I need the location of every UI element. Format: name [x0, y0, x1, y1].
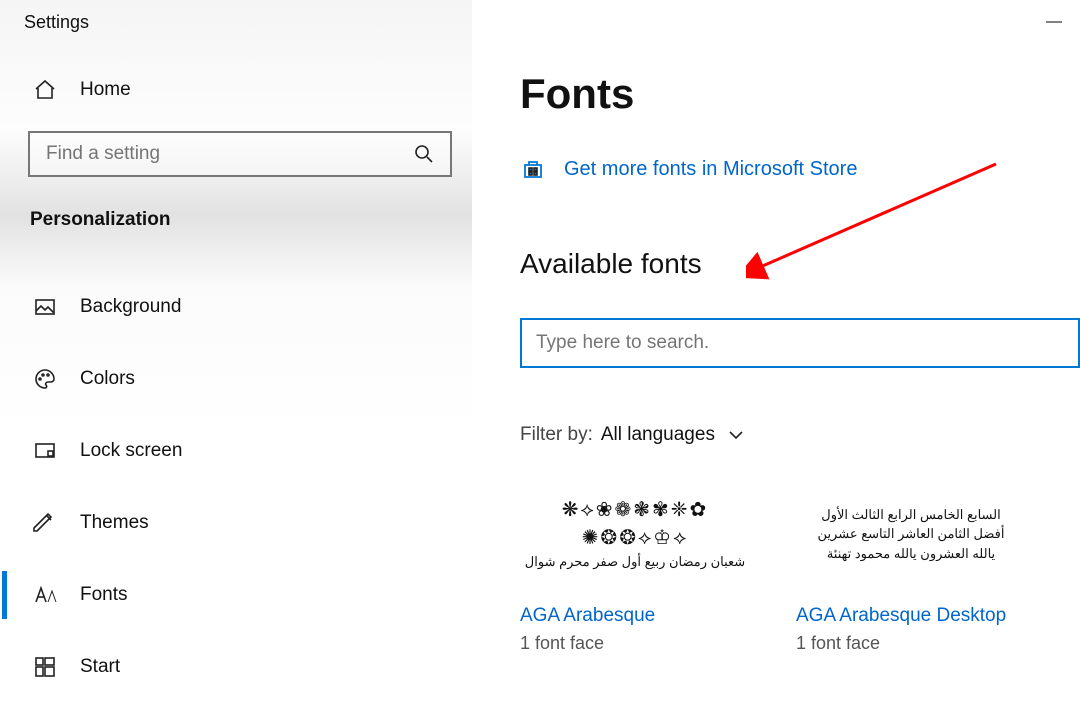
nav-label: Themes [80, 512, 149, 534]
settings-search[interactable] [28, 131, 452, 177]
font-card[interactable]: السابع الخامس الرابع الثالث الأول أفضل ا… [796, 480, 1026, 654]
nav-label: Fonts [80, 584, 128, 606]
chevron-down-icon [723, 422, 749, 448]
home-nav[interactable]: Home [0, 63, 472, 117]
sidebar-item-background[interactable]: Background [0, 271, 472, 343]
nav-list: Background Colors Lock screen Themes [0, 249, 472, 703]
font-search-input[interactable] [536, 332, 1064, 354]
sidebar-item-colors[interactable]: Colors [0, 343, 472, 415]
store-link[interactable]: Get more fonts in Microsoft Store [520, 156, 1080, 182]
home-label: Home [80, 79, 131, 101]
font-preview: السابع الخامس الرابع الثالث الأول أفضل ا… [796, 480, 1026, 588]
sidebar-item-fonts[interactable]: Fonts [0, 559, 472, 631]
store-icon [520, 156, 546, 182]
filter-dropdown[interactable]: Filter by: All languages [520, 422, 1080, 448]
font-name: AGA Arabesque [520, 604, 750, 629]
sidebar-item-themes[interactable]: Themes [0, 487, 472, 559]
search-icon [412, 141, 436, 167]
sidebar-item-start[interactable]: Start [0, 631, 472, 703]
filter-value: All languages [601, 424, 715, 446]
font-search[interactable] [520, 318, 1080, 368]
section-heading: Personalization [0, 203, 472, 249]
available-fonts-heading: Available fonts [520, 248, 1080, 280]
store-link-text: Get more fonts in Microsoft Store [564, 158, 857, 181]
page-title: Fonts [520, 70, 1080, 118]
picture-icon [32, 294, 58, 320]
sidebar: Settings Home Personalization Background [0, 0, 472, 718]
nav-label: Start [80, 656, 120, 678]
nav-label: Colors [80, 368, 135, 390]
font-card[interactable]: ❋⟡❀❁❃✾❈✿ ✺❂❂⟡♔⟡ شعبان رمضان ربيع أول صفر… [520, 480, 750, 654]
home-icon [32, 77, 58, 103]
nav-label: Background [80, 296, 181, 318]
fonts-icon [32, 582, 58, 608]
minimize-button[interactable] [1046, 10, 1062, 12]
window-title: Settings [0, 8, 472, 63]
start-icon [32, 654, 58, 680]
nav-label: Lock screen [80, 440, 182, 462]
font-faces: 1 font face [520, 633, 750, 654]
lockscreen-icon [32, 438, 58, 464]
settings-search-input[interactable] [46, 143, 412, 165]
sidebar-item-lockscreen[interactable]: Lock screen [0, 415, 472, 487]
palette-icon [32, 366, 58, 392]
filter-label: Filter by: [520, 424, 593, 446]
font-faces: 1 font face [796, 633, 1026, 654]
themes-icon [32, 510, 58, 536]
font-name: AGA Arabesque Desktop [796, 604, 1026, 629]
font-preview: ❋⟡❀❁❃✾❈✿ ✺❂❂⟡♔⟡ شعبان رمضان ربيع أول صفر… [520, 480, 750, 588]
main-content: Fonts Get more fonts in Microsoft Store … [472, 0, 1080, 718]
